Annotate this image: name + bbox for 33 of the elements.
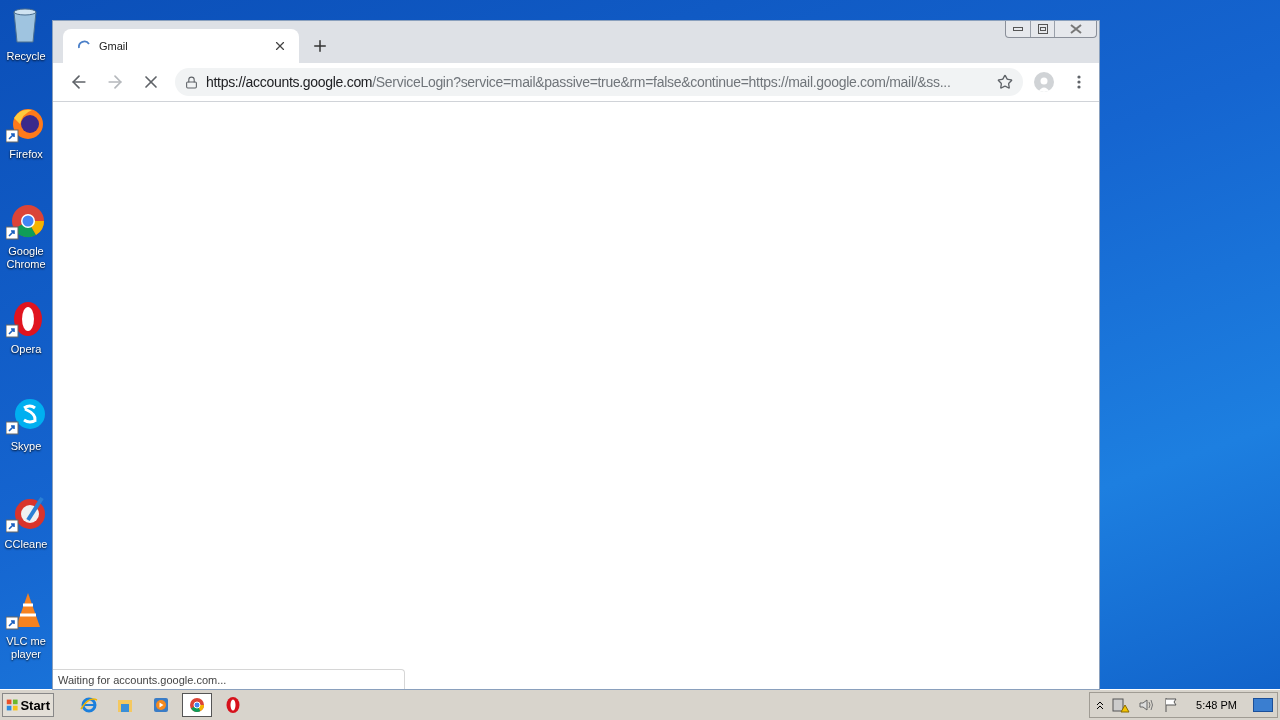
show-hidden-icon[interactable]: [1096, 700, 1105, 710]
status-bubble: Waiting for accounts.google.com...: [53, 669, 405, 689]
maximize-icon: [1037, 24, 1048, 34]
start-button[interactable]: Start: [2, 693, 54, 717]
shortcut-label: Recycle: [5, 50, 47, 63]
clock[interactable]: 5:48 PM: [1196, 699, 1237, 711]
menu-icon: [1077, 75, 1081, 89]
close-icon: [1069, 24, 1082, 34]
plus-icon: [311, 37, 329, 55]
url-text: https://accounts.google.com/ServiceLogin?service=mail&passive=true&rm=false&continue=https://mail.google.com/mail/&ss...: [206, 74, 952, 90]
app-icon: [152, 696, 170, 714]
address-bar[interactable]: https://accounts.google.com/ServiceLogin?service=mail&passive=true&rm=false&continue=https://mail.google.com/mail/&ss...: [175, 68, 1023, 96]
shortcut-label: Opera: [9, 342, 43, 356]
star-icon: [997, 74, 1013, 90]
shortcut-label: Google Chrome: [5, 245, 47, 272]
lock-icon: [185, 75, 198, 89]
browser-tab[interactable]: Gmail: [63, 29, 299, 63]
minimize-icon: [1013, 26, 1023, 32]
shortcut-label: CCleane: [3, 537, 49, 551]
show-desktop-icon[interactable]: [1253, 697, 1273, 713]
windows-logo: [6, 697, 19, 713]
shortcut-label: VLC me player: [5, 635, 47, 662]
app-icon: [188, 696, 206, 714]
close-icon: [273, 39, 287, 53]
app-shortcut-icon[interactable]: [6, 396, 46, 437]
person-icon: [1037, 76, 1051, 92]
shortcut-label: Skype: [9, 440, 43, 454]
app-icon: [224, 696, 242, 714]
network-warning-icon[interactable]: [1112, 697, 1131, 713]
tab-title: Gmail: [99, 40, 129, 52]
shortcut-label: Firefox: [8, 147, 44, 161]
app-icon: [80, 696, 98, 714]
taskbar-app-button[interactable]: [182, 693, 212, 717]
